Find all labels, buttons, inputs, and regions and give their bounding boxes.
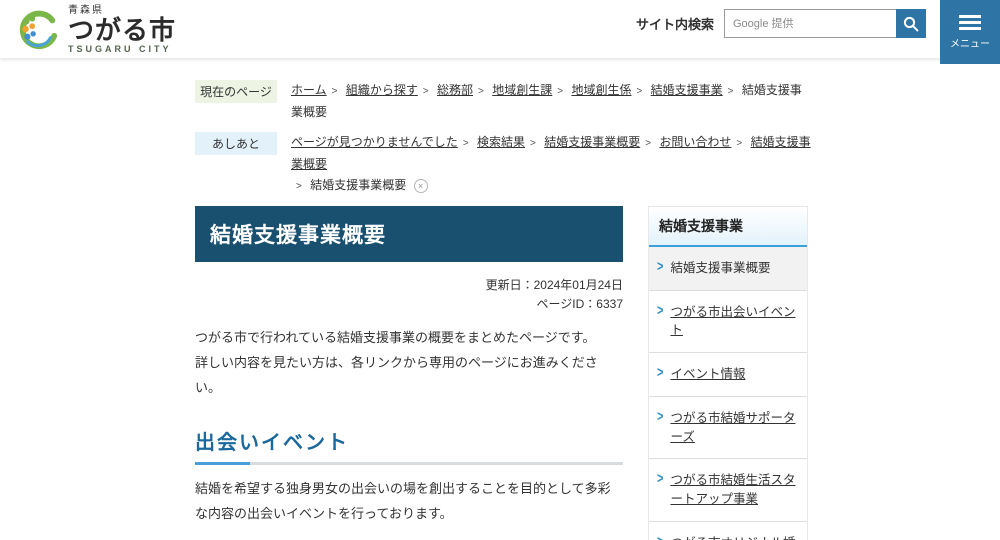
city-name-en: TSUGARU CITY [68,43,172,54]
section-heading-deai-event: 出会いイベント [195,426,623,466]
footprint-link-search-results[interactable]: 検索結果 [477,135,525,149]
sidebar-item-marriage-form[interactable]: > つがる市オリジナル婚姻届を配布しています！ [649,522,807,540]
sidebar-item-deai-event[interactable]: > つがる市出会いイベント [649,291,807,354]
breadcrumb-link-kekkon-shien[interactable]: 結婚支援事業 [651,83,723,97]
footprints-separator: > [462,138,469,150]
hamburger-icon [959,14,981,30]
sidebar-box: 結婚支援事業 > 結婚支援事業概要 > つがる市出会いイベント > イベント情報… [648,205,808,540]
footprints-links: ページが見つかりませんでした > 検索結果 > 結婚支援事業概要 > お問い合わせ > … [291,132,813,197]
chevron-right-icon: > [657,471,664,488]
chevron-right-icon: > [657,409,664,425]
sidebar-item-startup[interactable]: > つがる市結婚生活スタートアップ事業 [649,459,807,522]
site-header: 青森県 つがる市 TSUGARU CITY サイト内検索 メニュー [0,0,1000,64]
breadcrumb-link-chiiki-ka[interactable]: 地域創生課 [492,83,552,97]
breadcrumb-separator: > [727,86,734,97]
sidebar-item-label: 結婚支援事業概要 [670,260,771,275]
breadcrumb-separator: > [478,86,484,97]
breadcrumb-separator: > [331,86,338,97]
search-label: サイト内検索 [635,17,714,32]
deai-event-text: 結婚を希望する独身男女の出会いの場を創出することを目的として多彩な内容の出会いイ… [195,481,611,522]
breadcrumb-area: 現在のページ ホーム > 組織から探す > 総務部 > 地域創生課 > 地域創生係 > 結… [195,80,813,197]
breadcrumb-link-home[interactable]: ホーム [291,83,327,97]
chevron-right-icon: > [657,365,664,381]
breadcrumb-link-soumu[interactable]: 総務部 [437,83,473,97]
menu-label: メニュー [950,38,990,50]
sidebar-item-label: つがる市出会いイベント [670,304,796,338]
site-search: サイト内検索 [636,9,926,38]
sidebar-item-label: つがる市結婚サポーターズ [670,410,796,444]
search-input[interactable] [724,9,896,38]
chevron-right-icon: > [657,259,664,275]
chevron-right-icon: > [657,302,664,319]
footprints-separator: > [530,138,536,150]
search-icon [903,16,919,31]
breadcrumb: 現在のページ ホーム > 組織から探す > 総務部 > 地域創生課 > 地域創生係 > 結… [195,80,813,123]
page-meta: 更新日：2024年01月24日 ページID：6337 [195,276,623,314]
sidebar-item-event-info[interactable]: > イベント情報 [649,353,807,397]
site-logo[interactable]: 青森県 つがる市 TSUGARU CITY [14,5,176,54]
intro-line-1: つがる市で行われている結婚支援事業の概要をまとめたページです。 [195,330,596,346]
breadcrumb-links: ホーム > 組織から探す > 総務部 > 地域創生課 > 地域創生係 > 結婚支援事業 > … [291,80,813,123]
city-logo-icon [19,10,58,49]
breadcrumb-separator: > [636,86,643,97]
main-content: 結婚支援事業概要 更新日：2024年01月24日 ページID：6337 つがる市… [195,205,623,540]
updated-date: 更新日：2024年01月24日 [485,277,623,292]
footprints-separator: > [296,181,302,193]
content-layout: 結婚支援事業概要 更新日：2024年01月24日 ページID：6337 つがる市… [195,205,1000,540]
breadcrumb-separator: > [422,86,429,97]
city-name: つがる市 [68,15,177,45]
logo-text: 青森県 つがる市 TSUGARU CITY [68,5,176,54]
breadcrumb-separator: > [557,86,564,97]
menu-button[interactable]: メニュー [940,0,1000,64]
footprint-link-notfound[interactable]: ページが見つかりませんでした [291,135,458,149]
sidebar-item-supporters[interactable]: > つがる市結婚サポーターズ [649,397,807,460]
chevron-right-icon: > [657,531,663,540]
intro-line-2: 詳しい内容を見たい方は、各リンクから専用のページにお進みください。 [195,355,598,395]
page-id: ページID：6337 [536,297,623,312]
current-page-tag: 現在のページ [195,80,277,103]
footprints-separator: > [736,138,743,150]
page-title: 結婚支援事業概要 [195,205,623,262]
sidebar-item-label: イベント情報 [670,367,746,382]
footprint-current: 結婚支援事業概要 [310,178,407,193]
intro-paragraph: つがる市で行われている結婚支援事業の概要をまとめたページです。 詳しい内容を見た… [195,326,623,400]
sidebar-item-label: つがる市結婚生活スタートアップ事業 [670,473,796,507]
footprints-separator: > [645,138,652,150]
sidebar-item-label: つがる市オリジナル婚姻届を配布しています！ [670,534,799,540]
footprint-link-contact[interactable]: お問い合わせ [659,135,731,149]
footprints-tag: あしあと [195,132,277,156]
remove-footprint-icon[interactable]: × [413,179,428,194]
footprint-link-overview-1[interactable]: 結婚支援事業概要 [544,135,640,149]
search-button[interactable] [896,9,926,38]
breadcrumb-link-chiiki-kakari[interactable]: 地域創生係 [571,83,631,97]
sidebar-item-overview[interactable]: > 結婚支援事業概要 [649,246,807,291]
sidebar: 結婚支援事業 > 結婚支援事業概要 > つがる市出会いイベント > イベント情報… [648,205,808,540]
sidebar-title: 結婚支援事業 [649,206,807,247]
sidebar-list: > 結婚支援事業概要 > つがる市出会いイベント > イベント情報 > つがる市… [649,246,807,540]
footprints: あしあと ページが見つかりませんでした > 検索結果 > 結婚支援事業概要 > お問い… [195,132,813,197]
breadcrumb-link-org[interactable]: 組織から探す [346,83,418,97]
